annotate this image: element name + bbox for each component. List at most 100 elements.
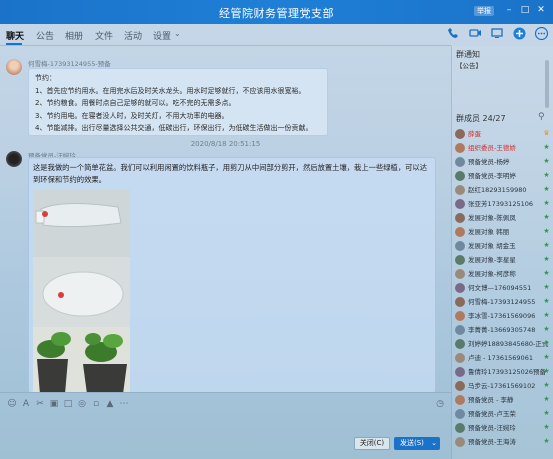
video-icon[interactable] xyxy=(468,27,482,41)
member-item[interactable]: 发展对象 胡金玉 ★ xyxy=(455,240,552,252)
member-item[interactable]: 预备党员-杨婷 ★ xyxy=(455,156,552,168)
member-name: 预备党员-李明婷 xyxy=(468,172,516,180)
maximize-icon[interactable]: □ xyxy=(518,3,532,17)
member-name: 张亚芳17393125106 xyxy=(468,200,533,208)
member-badge-icon: ★ xyxy=(543,157,550,165)
member-item[interactable]: 何雪梅-17393124955 ★ xyxy=(455,296,552,308)
member-item[interactable]: 薛蛋 ♛ xyxy=(455,128,552,140)
member-name: 刘婷婷18893845680-正式 xyxy=(468,340,549,348)
close-icon[interactable]: ✕ xyxy=(534,3,548,17)
member-name: 鲁倩玲17393125026预备 xyxy=(468,368,546,376)
avatar xyxy=(455,437,465,447)
member-badge-icon: ★ xyxy=(543,283,550,291)
close-button[interactable]: 关闭(C) xyxy=(354,437,390,450)
message-bubble[interactable]: 这是我做的一个简单花盆。我们可以利用闲置的饮料瓶子，用剪刀从中间部分剪开，然后放… xyxy=(28,157,436,392)
message-bubble[interactable]: 节约： 1、首先应节约用水。在用完水后及时关水龙头。用水时足够就行，不应该用水很… xyxy=(28,68,328,136)
member-item[interactable]: 何文博—176094551 ★ xyxy=(455,282,552,294)
more-icon[interactable] xyxy=(534,26,548,41)
more-icon[interactable]: ⋯ xyxy=(118,398,130,410)
member-name: 赵红18293159980 xyxy=(468,186,527,194)
member-name: 发展对象-李星星 xyxy=(468,256,516,264)
tab-settings[interactable]: 设置 xyxy=(153,29,171,42)
folder-icon[interactable]: □ xyxy=(62,398,74,410)
avatar xyxy=(455,381,465,391)
member-name: 何雪梅-17393124955 xyxy=(468,298,536,306)
phone-icon[interactable] xyxy=(446,27,460,41)
member-item[interactable]: 赵红18293159980 ★ xyxy=(455,184,552,196)
tab-notice[interactable]: 公告 xyxy=(36,29,54,42)
avatar xyxy=(455,255,465,265)
avatar xyxy=(455,185,465,195)
avatar xyxy=(455,171,465,181)
chat-history[interactable]: 何雪梅-17393124955-预备 节约： 1、首先应节约用水。在用完水后及时… xyxy=(0,47,451,392)
avatar xyxy=(455,213,465,223)
member-item[interactable]: 刘婷婷18893845680-正式 ★ xyxy=(455,338,552,350)
tab-files[interactable]: 文件 xyxy=(95,29,113,42)
avatar[interactable] xyxy=(6,59,22,75)
mic-icon[interactable]: ◎ xyxy=(76,398,88,410)
emoji-icon[interactable]: ☺ xyxy=(6,398,18,410)
group-notice[interactable]: 【公告】 xyxy=(456,61,550,113)
font-icon[interactable]: A xyxy=(20,398,32,410)
avatar xyxy=(455,353,465,363)
member-item[interactable]: 组织委员-王德娇 ★ xyxy=(455,142,552,154)
history-icon[interactable]: ◷ xyxy=(434,398,446,410)
member-item[interactable]: 预备党员-卢玉荣 ★ xyxy=(455,408,552,420)
tab-activity[interactable]: 活动 xyxy=(124,29,142,42)
member-item[interactable]: 马步云-17361569102 ★ xyxy=(455,380,552,392)
member-item[interactable]: 张亚芳17393125106 ★ xyxy=(455,198,552,210)
member-item[interactable]: 发展对象-李星星 ★ xyxy=(455,254,552,266)
member-badge-icon: ★ xyxy=(543,367,550,375)
member-item[interactable]: 发展对象 韩丽 ★ xyxy=(455,226,552,238)
avatar xyxy=(455,409,465,419)
member-name: 预备党员-王海涛 xyxy=(468,438,516,446)
avatar xyxy=(455,129,465,139)
member-name: 预备党员 - 李静 xyxy=(468,396,514,404)
member-item[interactable]: 预备党员-李明婷 ★ xyxy=(455,170,552,182)
member-badge-icon: ★ xyxy=(543,241,550,249)
avatar[interactable] xyxy=(6,151,22,167)
avatar xyxy=(455,395,465,405)
screen-share-icon[interactable] xyxy=(490,27,504,41)
screenshot-icon[interactable]: ✂ xyxy=(34,398,46,410)
search-icon[interactable]: ⚲ xyxy=(538,112,545,122)
member-item[interactable]: 预备党员-汪婉玲 ★ xyxy=(455,422,552,434)
avatar xyxy=(455,283,465,293)
member-item[interactable]: 卢迪 - 17361569061 ★ xyxy=(455,352,552,364)
add-icon[interactable] xyxy=(512,27,526,41)
image-icon[interactable]: ▣ xyxy=(48,398,60,410)
member-name: 李冰雪-17361569096 xyxy=(468,312,536,320)
member-item[interactable]: 鲁倩玲17393125026预备 ★ xyxy=(455,366,552,378)
member-item[interactable]: 李菁菁-13669305748 ★ xyxy=(455,324,552,336)
notice-title: 群通知 xyxy=(456,50,480,59)
report-badge[interactable]: 举报 xyxy=(474,6,494,16)
send-button[interactable]: 发送(S) ⌄ xyxy=(394,437,440,450)
member-badge-icon: ★ xyxy=(543,423,550,431)
member-item[interactable]: 李冰雪-17361569096 ★ xyxy=(455,310,552,322)
chevron-down-icon[interactable]: ⌄ xyxy=(431,437,437,450)
member-item[interactable]: 发展对象-柯彦称 ★ xyxy=(455,268,552,280)
chevron-down-icon[interactable]: ⌄ xyxy=(174,29,181,38)
member-badge-icon: ★ xyxy=(543,311,550,319)
message-input-area[interactable]: ☺ A ✂ ▣ □ ◎ ▫ ▲ ⋯ ◷ 关闭(C) 发送(S) ⌄ xyxy=(0,392,451,459)
member-badge-icon: ★ xyxy=(543,143,550,151)
avatar xyxy=(455,241,465,251)
sender-name[interactable]: 何雪梅-17393124955-预备 xyxy=(28,58,111,68)
active-tab-indicator xyxy=(6,43,22,45)
minimize-icon[interactable]: – xyxy=(502,3,516,17)
member-item[interactable]: 预备党员 - 李静 ★ xyxy=(455,394,552,406)
member-item[interactable]: 发展对象-陈佩凤 ★ xyxy=(455,212,552,224)
flowerpot-photo[interactable] xyxy=(33,189,130,392)
member-name: 马步云-17361569102 xyxy=(468,382,536,390)
member-item[interactable]: 预备党员-王海涛 ★ xyxy=(455,436,552,448)
tab-chat[interactable]: 聊天 xyxy=(6,29,24,42)
sidebar-scrollbar[interactable] xyxy=(545,60,549,108)
avatar xyxy=(455,157,465,167)
shake-icon[interactable]: ▲ xyxy=(104,398,116,410)
gift-icon[interactable]: ▫ xyxy=(90,398,102,410)
members-title: 群成员 24/27 xyxy=(456,114,506,123)
tab-album[interactable]: 相册 xyxy=(65,29,83,42)
member-name: 发展对象-陈佩凤 xyxy=(468,214,516,222)
member-badge-icon: ★ xyxy=(543,381,550,389)
member-name: 发展对象-柯彦称 xyxy=(468,270,516,278)
